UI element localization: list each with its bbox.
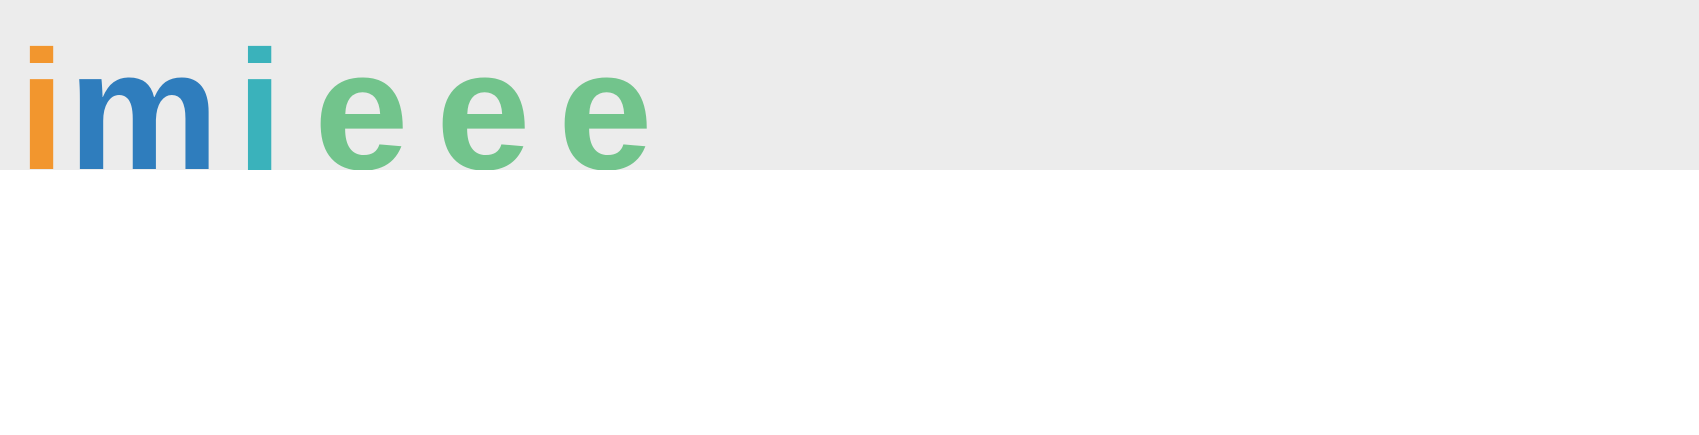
page-body: [0, 170, 1699, 435]
